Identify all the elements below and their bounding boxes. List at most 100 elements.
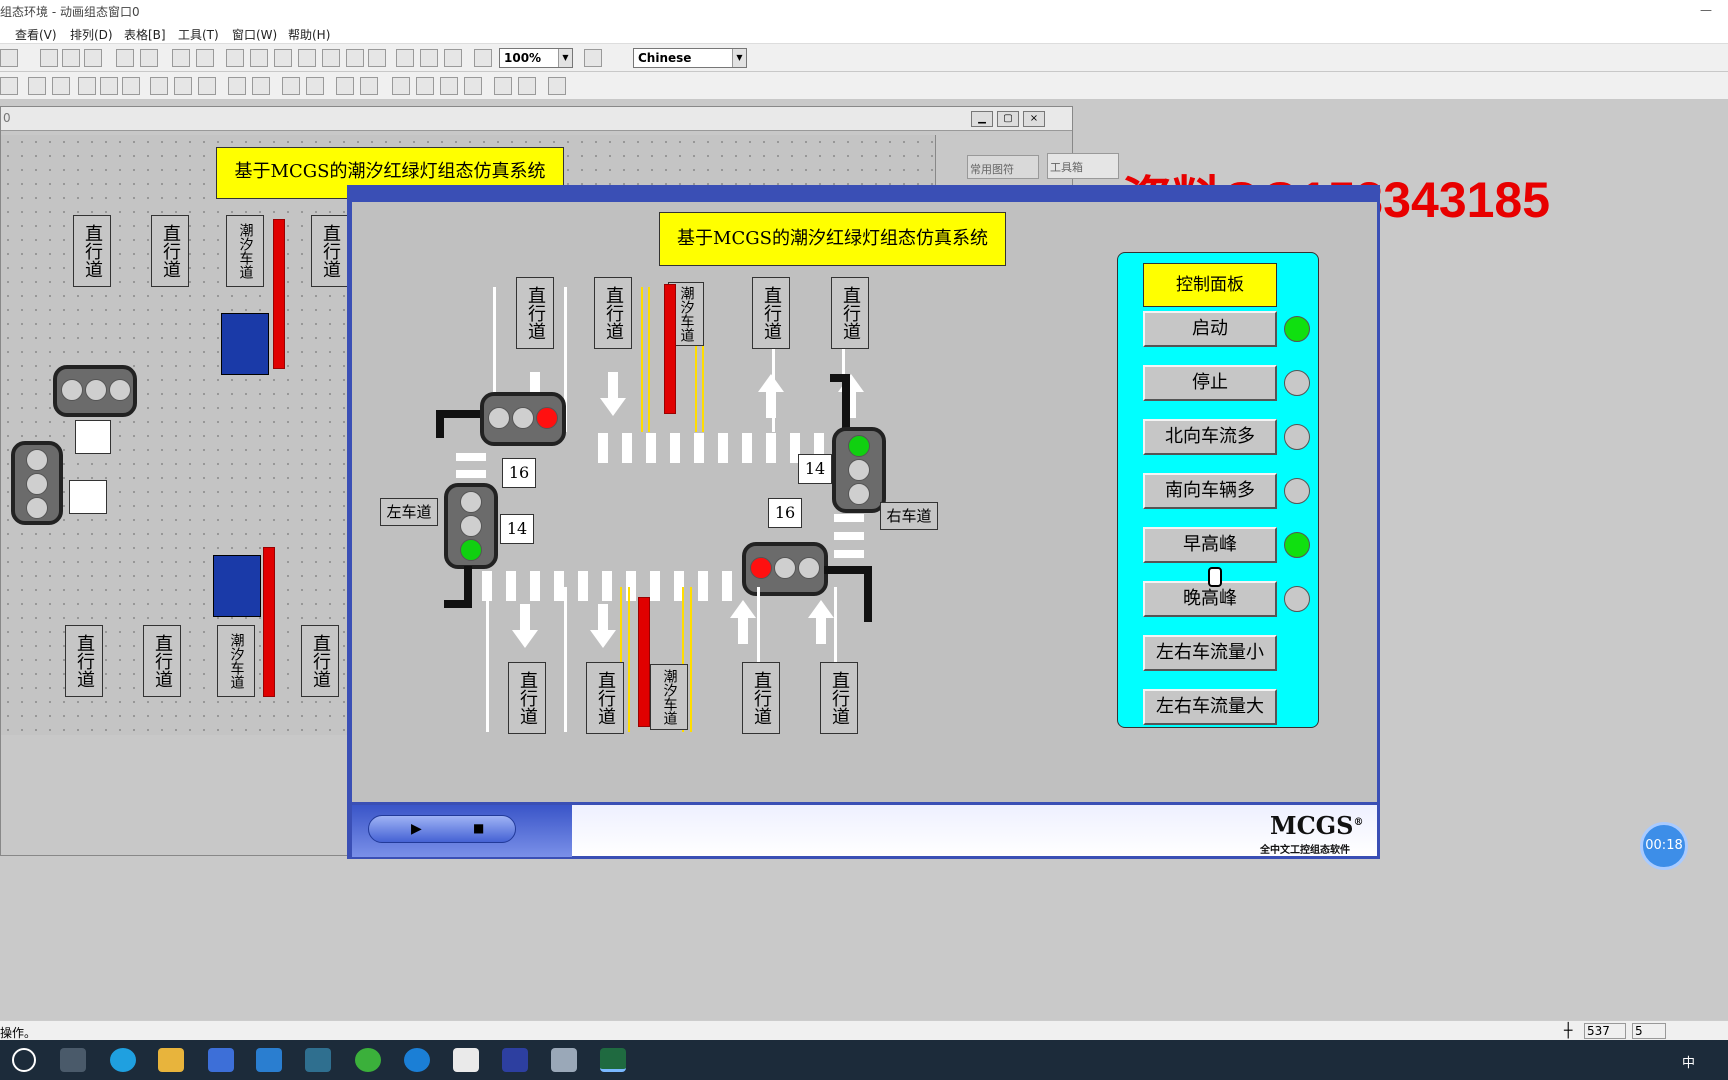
copy-icon[interactable] [62, 49, 80, 67]
start-button[interactable]: 启动 [1143, 311, 1277, 347]
rotate-icon[interactable] [228, 77, 246, 95]
align2-icon[interactable] [250, 49, 268, 67]
mcgs-taskbar-icon[interactable] [502, 1048, 528, 1072]
south-traffic-light [742, 542, 828, 596]
paste-icon[interactable] [84, 49, 102, 67]
dist2-icon[interactable] [52, 77, 70, 95]
check-icon[interactable] [420, 49, 438, 67]
order2-icon[interactable] [360, 77, 378, 95]
store-icon[interactable] [208, 1048, 234, 1072]
menu-window[interactable]: 窗口(W) [232, 26, 277, 43]
task-view-icon[interactable] [60, 1048, 86, 1072]
crosswalk-stripe [834, 550, 864, 558]
minimize-icon[interactable]: — [1700, 3, 1712, 17]
yellow-line [641, 287, 643, 432]
dist-icon[interactable] [28, 77, 46, 95]
zoom-select[interactable]: 100% ▼ [499, 48, 573, 68]
play-icon[interactable]: ▶ [411, 821, 422, 837]
lane-label: 直行道 [143, 625, 181, 697]
properties-icon[interactable] [396, 49, 414, 67]
menu-arrange[interactable]: 排列(D) [70, 26, 113, 43]
maximize-icon[interactable]: ▢ [997, 111, 1019, 127]
draw-tool-icon[interactable] [0, 77, 18, 95]
size3-icon[interactable] [122, 77, 140, 95]
ie-icon[interactable] [404, 1048, 430, 1072]
status-text: 操作。 [0, 1026, 37, 1040]
rotate2-icon[interactable] [252, 77, 270, 95]
front-icon[interactable] [392, 77, 410, 95]
lateral-low-flow-button[interactable]: 左右车流量小 [1143, 635, 1277, 671]
crosswalk-stripe [698, 571, 708, 601]
ime-indicator[interactable]: 中 [1682, 1052, 1695, 1071]
south-heavy-button[interactable]: 南向车辆多 [1143, 473, 1277, 509]
flip-icon[interactable] [282, 77, 300, 95]
menu-help[interactable]: 帮助(H) [288, 26, 330, 43]
align-icon[interactable] [226, 49, 244, 67]
minimize-icon[interactable]: ▁ [971, 111, 993, 127]
timer-box [69, 480, 107, 514]
file-explorer-icon[interactable] [158, 1048, 184, 1072]
tab-toolbox[interactable]: 工具箱 [1047, 153, 1119, 179]
sort-icon[interactable] [444, 49, 462, 67]
stop-icon[interactable]: ■ [473, 821, 484, 835]
morning-peak-indicator [1284, 532, 1310, 558]
group2-icon[interactable] [174, 77, 192, 95]
lines-icon[interactable] [322, 49, 340, 67]
control-panel: 控制面板 启动 停止 北向车流多 南向车辆多 早高峰 晚高峰 左右车流量小 左右… [1117, 252, 1319, 728]
lane-divider [486, 587, 489, 732]
recording-timer[interactable]: 00:18 [1640, 822, 1688, 870]
size-icon[interactable] [78, 77, 96, 95]
stop-button[interactable]: 停止 [1143, 365, 1277, 401]
menu-tools[interactable]: 工具(T) [178, 26, 219, 43]
player-controls: ▶ ■ [368, 815, 516, 843]
arrow-up-icon [758, 374, 784, 392]
lateral-high-flow-button[interactable]: 左右车流量大 [1143, 689, 1277, 725]
morning-peak-button[interactable]: 早高峰 [1143, 527, 1277, 563]
edge-icon[interactable] [110, 1048, 136, 1072]
grid-dots-icon[interactable] [548, 77, 566, 95]
lock-icon[interactable] [494, 77, 512, 95]
text-icon[interactable] [298, 49, 316, 67]
size2-icon[interactable] [100, 77, 118, 95]
north-heavy-button[interactable]: 北向车流多 [1143, 419, 1277, 455]
menu-table[interactable]: 表格[B] [124, 26, 166, 43]
group-icon[interactable] [150, 77, 168, 95]
monitor-icon[interactable] [600, 1048, 626, 1072]
language-select[interactable]: Chinese ▼ [633, 48, 747, 68]
group3-icon[interactable] [198, 77, 216, 95]
edit-icon[interactable] [518, 77, 536, 95]
lane-label: 直行道 [820, 662, 858, 734]
list-icon[interactable] [346, 49, 364, 67]
back-icon[interactable] [416, 77, 434, 95]
yellow-line [690, 587, 692, 732]
print-preview-icon[interactable] [0, 49, 18, 67]
undo-icon[interactable] [116, 49, 134, 67]
back2-icon[interactable] [464, 77, 482, 95]
front2-icon[interactable] [440, 77, 458, 95]
font-icon[interactable] [584, 49, 602, 67]
help-pointer-icon[interactable] [474, 49, 492, 67]
tools-icon[interactable] [172, 49, 190, 67]
flip2-icon[interactable] [306, 77, 324, 95]
close-icon[interactable]: × [1023, 111, 1045, 127]
redo-icon[interactable] [140, 49, 158, 67]
crosswalk-stripe [456, 453, 486, 461]
layers-icon[interactable] [196, 49, 214, 67]
app-green-icon[interactable] [355, 1048, 381, 1072]
light-bulb [26, 497, 48, 519]
align3-icon[interactable] [274, 49, 292, 67]
cut-icon[interactable] [40, 49, 58, 67]
grid-icon[interactable] [368, 49, 386, 67]
green-light-bulb [460, 539, 482, 561]
west-traffic-light [444, 483, 498, 569]
mcgs-run-icon[interactable] [551, 1048, 577, 1072]
tia-portal-icon[interactable] [305, 1048, 331, 1072]
tab-common-symbols[interactable]: 常用图符 [967, 155, 1039, 179]
search-icon[interactable] [12, 1048, 36, 1072]
crosswalk-stripe [554, 571, 564, 601]
west-timer: 14 [500, 514, 534, 544]
order-icon[interactable] [336, 77, 354, 95]
app-icon[interactable] [453, 1048, 479, 1072]
mail-icon[interactable] [256, 1048, 282, 1072]
menu-view[interactable]: 查看(V) [15, 26, 57, 43]
